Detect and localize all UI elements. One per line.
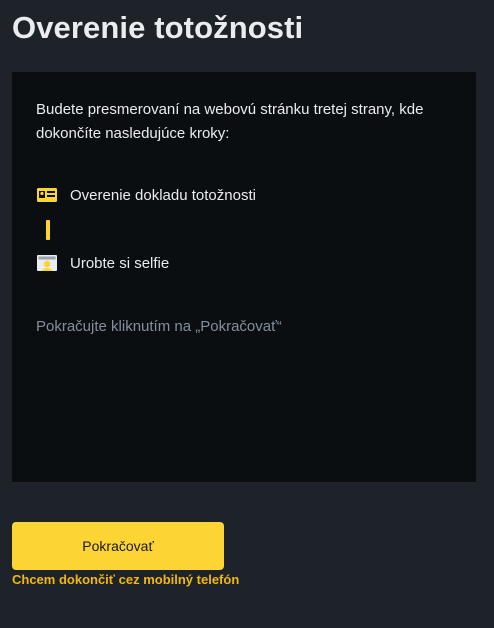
mobile-continue-link[interactable]: Chcem dokončiť cez mobilný telefón (12, 572, 239, 587)
continue-button[interactable]: Pokračovať (12, 522, 224, 570)
continue-hint: Pokračujte kliknutím na „Pokračovať“ (36, 318, 282, 335)
page-title: Overenie totožnosti (12, 10, 304, 45)
step-label: Urobte si selfie (70, 254, 170, 272)
step-document-verification: Overenie dokladu totožnosti (36, 186, 256, 204)
id-card-icon (36, 186, 58, 204)
step-selfie: Urobte si selfie (36, 254, 169, 272)
verification-card: Budete presmerovaní na webovú stránku tr… (12, 72, 476, 482)
intro-text: Budete presmerovaní na webovú stránku tr… (36, 101, 424, 142)
selfie-icon (36, 254, 58, 272)
step-connector (46, 220, 50, 240)
step-label: Overenie dokladu totožnosti (70, 186, 256, 204)
